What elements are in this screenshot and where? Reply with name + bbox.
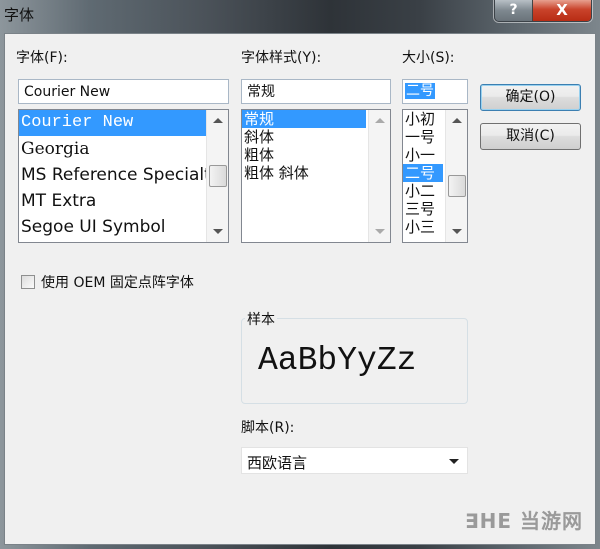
size-input[interactable]: 二号 [402, 79, 468, 104]
close-icon: X [556, 1, 568, 19]
style-list-item[interactable]: 常规 [242, 110, 366, 128]
scroll-up-icon[interactable] [213, 118, 223, 123]
font-list-item[interactable]: MT Extra [19, 188, 228, 214]
script-label: 脚本(R): [241, 420, 295, 436]
scroll-down-icon[interactable] [452, 229, 462, 234]
chevron-down-icon[interactable] [449, 459, 459, 464]
sample-preview: AaBbYyZz [258, 342, 417, 379]
size-list-scrollbar[interactable] [445, 110, 467, 242]
caption-buttons: ? X [494, 0, 592, 22]
scroll-up-icon[interactable] [452, 118, 462, 123]
style-input[interactable]: 常规 [241, 79, 391, 104]
cancel-button[interactable]: 取消(C) [480, 123, 581, 150]
font-input[interactable]: Courier New [18, 79, 229, 104]
sample-label: 样本 [245, 309, 277, 329]
dialog-title: 字体 [4, 6, 35, 24]
scroll-down-icon[interactable] [213, 229, 223, 234]
font-list-item[interactable]: MS Reference Specialty [19, 162, 228, 188]
dialog-client-area: 字体(F): Courier New Courier New Georgia M… [4, 33, 596, 545]
watermark-logo: ∃HE 当游网 [464, 509, 583, 533]
size-label: 大小(S): [402, 50, 455, 66]
script-select-value: 西欧语言 [247, 454, 308, 472]
help-icon: ? [509, 2, 518, 18]
scroll-thumb[interactable] [209, 165, 227, 187]
oem-checkbox-label[interactable]: 使用 OEM 固定点阵字体 [41, 272, 194, 292]
scroll-thumb[interactable] [448, 175, 466, 197]
scroll-up-icon[interactable] [375, 118, 385, 123]
font-list-item[interactable]: Georgia [19, 136, 228, 162]
font-label: 字体(F): [16, 50, 68, 66]
ok-button[interactable]: 确定(O) [480, 84, 581, 111]
font-list-item[interactable]: Segoe UI Symbol [19, 214, 228, 240]
scroll-down-icon[interactable] [375, 229, 385, 234]
style-label: 字体样式(Y): [241, 50, 322, 66]
size-list-item[interactable]: 二号 [403, 164, 443, 182]
close-button[interactable]: X [533, 0, 591, 21]
style-list-scrollbar[interactable] [368, 110, 390, 242]
script-select[interactable]: 西欧语言 [241, 447, 468, 474]
oem-checkbox[interactable] [21, 275, 35, 289]
help-button[interactable]: ? [495, 0, 533, 21]
font-dialog: 字体 ? X 字体(F): Courier New Courier New Ge… [0, 0, 600, 549]
size-list[interactable]: 小初 一号 小一 二号 小二 三号 小三 [402, 109, 468, 243]
size-input-value: 二号 [405, 83, 435, 99]
font-list-scrollbar[interactable] [206, 110, 228, 242]
title-bar[interactable]: 字体 ? X [0, 0, 600, 32]
font-list[interactable]: Courier New Georgia MS Reference Special… [18, 109, 229, 243]
font-list-item[interactable]: Courier New [19, 110, 228, 136]
style-list[interactable]: 常规 斜体 粗体 粗体 斜体 [241, 109, 391, 243]
